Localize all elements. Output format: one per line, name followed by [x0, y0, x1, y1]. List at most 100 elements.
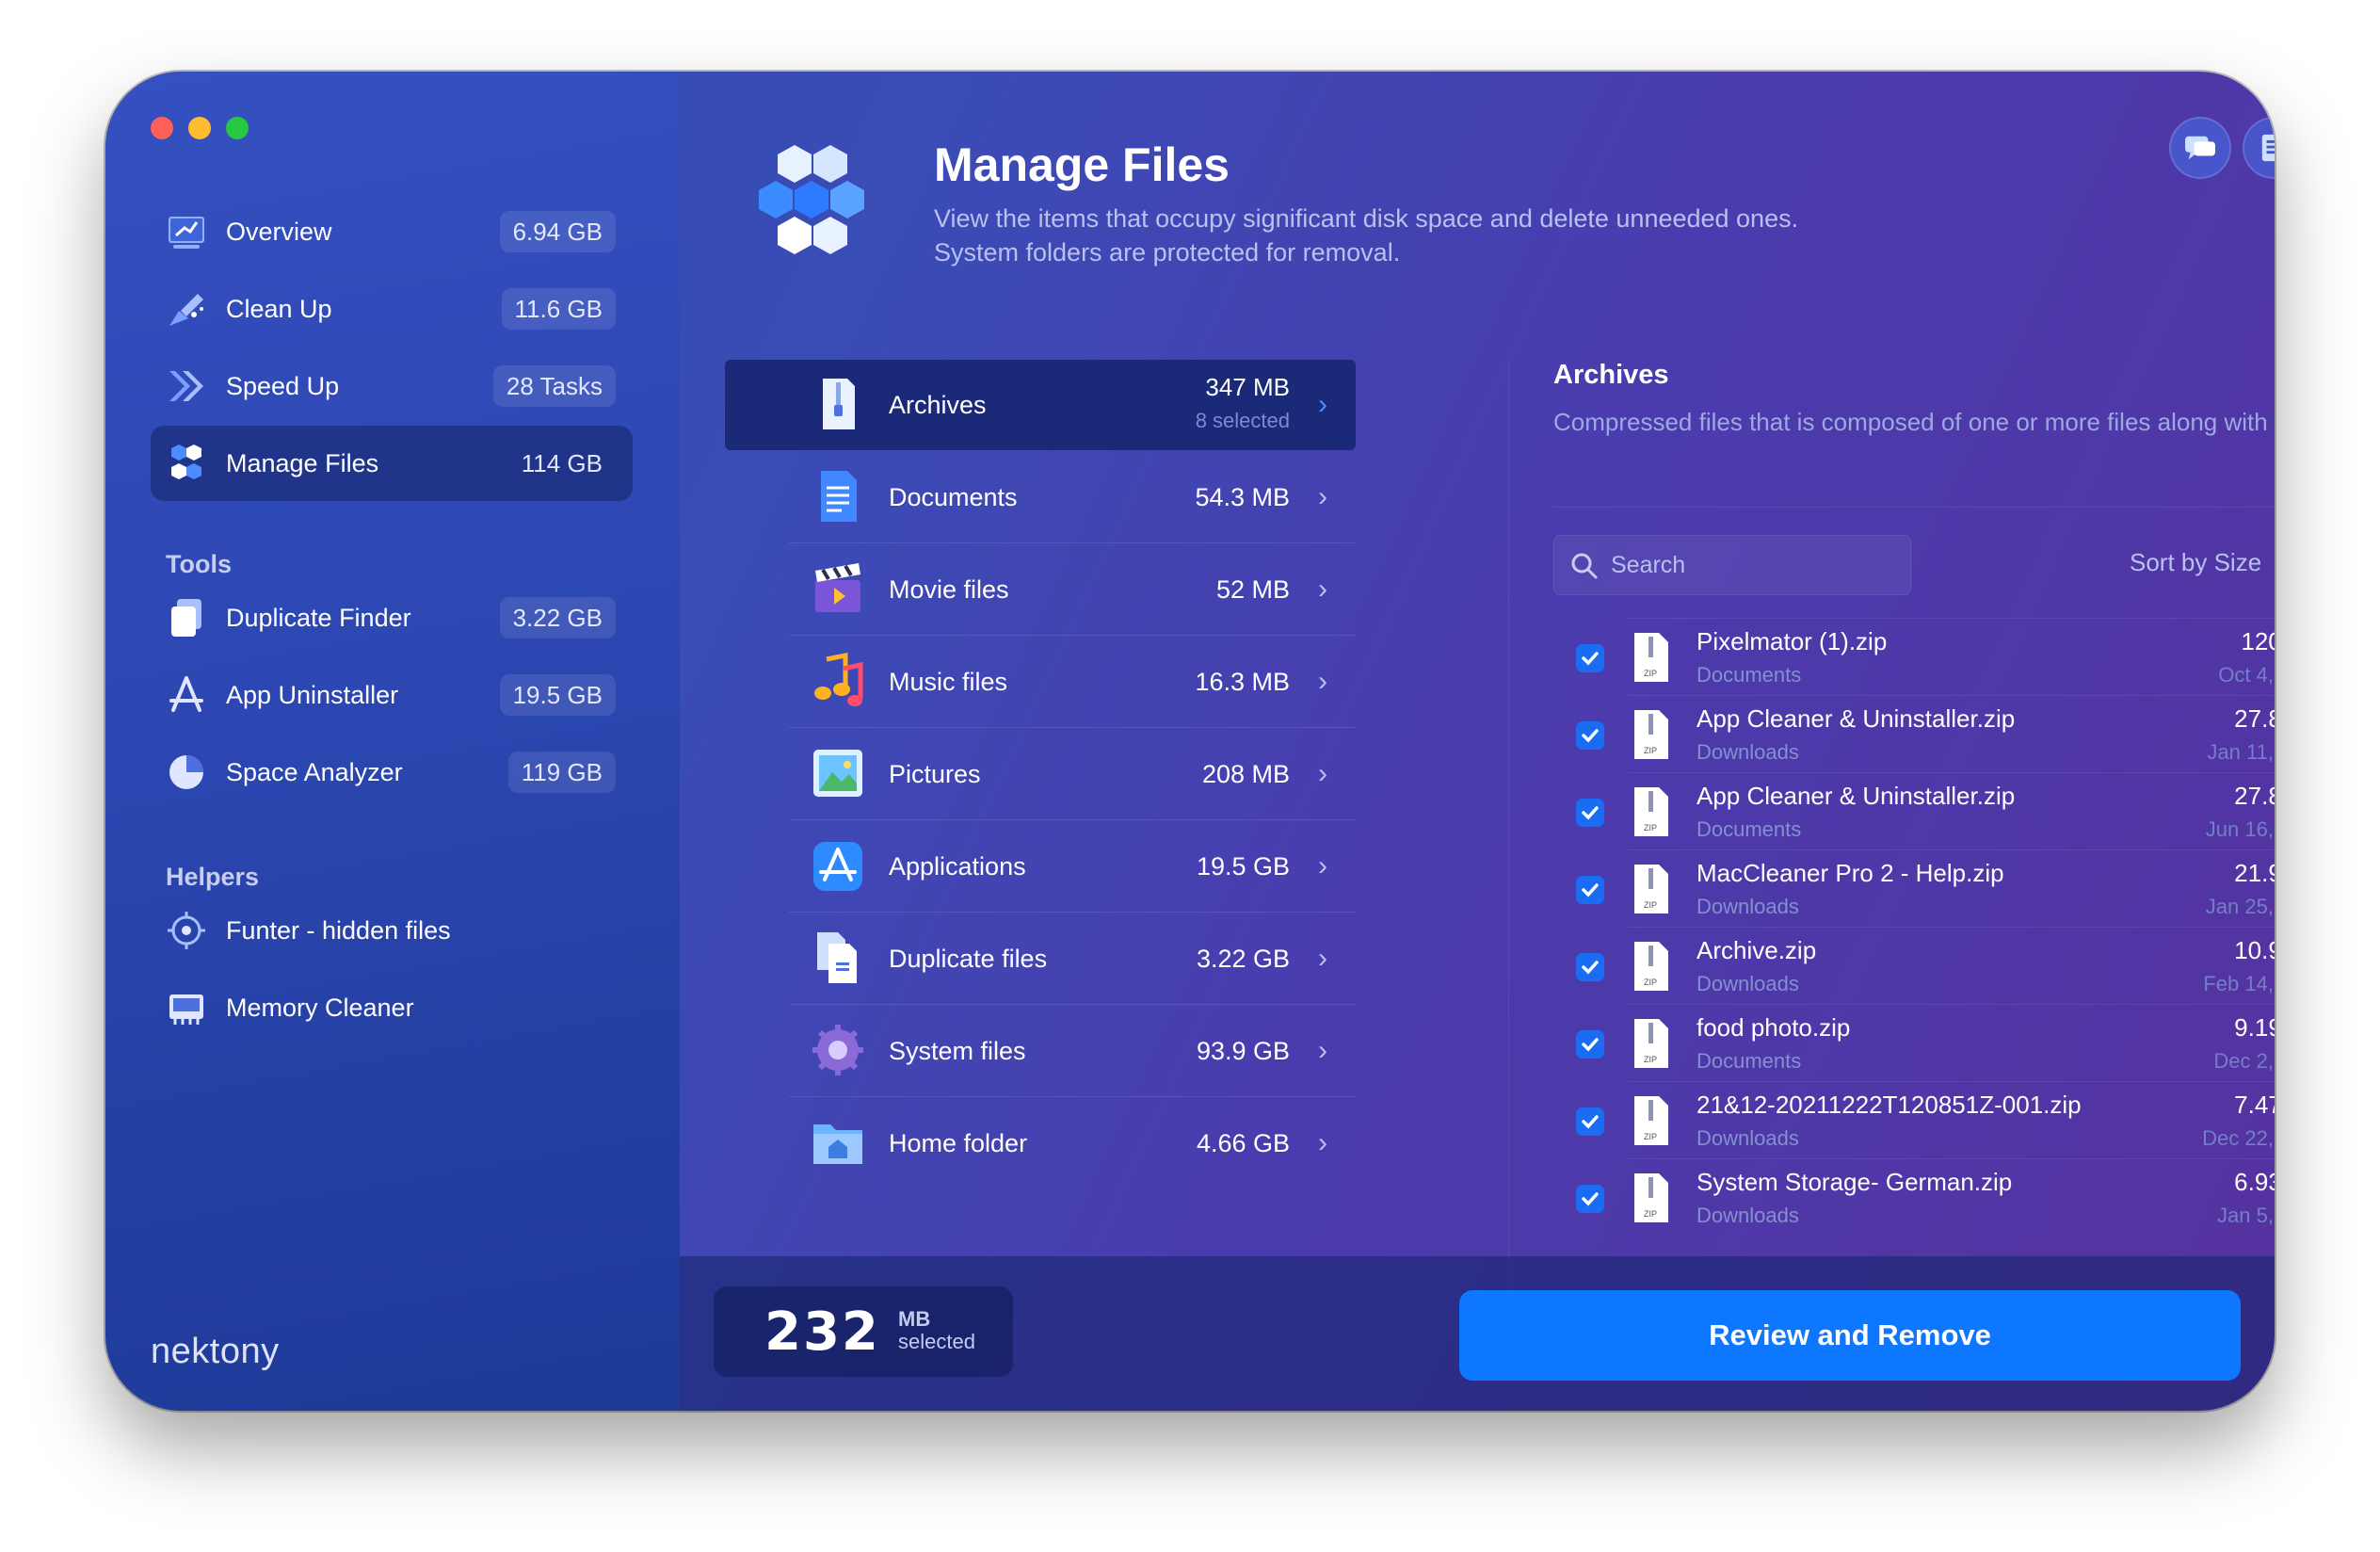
close-window-button[interactable]: [151, 117, 173, 139]
file-row[interactable]: ZIP App Cleaner & Uninstaller.zip Downlo…: [1553, 695, 2275, 772]
file-name: MacCleaner Pro 2 - Help.zip: [1697, 859, 2004, 887]
file-checkbox[interactable]: [1576, 876, 1604, 904]
file-size: 6.93 MB: [2234, 1168, 2275, 1196]
category-item-system-files[interactable]: System files 93.9 GB ›: [725, 1006, 1356, 1097]
file-checkbox[interactable]: [1576, 721, 1604, 750]
divider: [1629, 618, 2275, 619]
window-controls: [151, 117, 249, 139]
sidebar-item-label: Funter - hidden files: [226, 915, 451, 945]
file-checkbox[interactable]: [1576, 1030, 1604, 1059]
category-item-documents[interactable]: Documents 54.3 MB ›: [725, 452, 1356, 543]
file-row[interactable]: ZIP Archive.zip Downloads 10.9 MB Feb 14…: [1553, 927, 2275, 1004]
minimize-window-button[interactable]: [188, 117, 211, 139]
home-folder-icon: [813, 1124, 862, 1164]
file-name: Pixelmator (1).zip: [1697, 627, 1888, 655]
search-icon: [1571, 553, 1598, 579]
overview-icon: [169, 217, 204, 249]
file-size: 7.47 MB: [2234, 1091, 2275, 1119]
chevron-right-icon: ›: [1318, 666, 1327, 697]
helpers-section-label: Helpers: [166, 863, 260, 891]
chevron-right-icon: ›: [1318, 1035, 1327, 1066]
category-item-movie-files[interactable]: Movie files 52 MB ›: [725, 544, 1356, 636]
file-checkbox[interactable]: [1576, 1107, 1604, 1136]
file-size: 120 MB: [2241, 627, 2275, 655]
divider: [789, 542, 1356, 543]
file-size: 10.9 MB: [2234, 936, 2275, 964]
file-location: Downloads: [1697, 740, 1799, 764]
search-placeholder: Search: [1611, 552, 1686, 578]
sidebar-item-overview[interactable]: Overview 6.94 GB: [151, 194, 633, 269]
page-description-line: System folders are protected for removal…: [934, 238, 1401, 267]
sidebar-item-label: Manage Files: [226, 448, 379, 477]
sidebar-item-badge: 28 Tasks: [492, 365, 616, 407]
file-checkbox[interactable]: [1576, 799, 1604, 827]
picture-icon: [813, 750, 862, 797]
page-title: Manage Files: [934, 138, 1230, 191]
svg-text:ZIP: ZIP: [1644, 900, 1657, 910]
sidebar-item-label: Space Analyzer: [226, 757, 403, 786]
speed-up-icon: [169, 371, 203, 401]
document-icon: [821, 471, 857, 522]
manage-files-hero-icon: [759, 145, 864, 254]
sidebar-item-memory-cleaner[interactable]: Memory Cleaner: [151, 970, 633, 1045]
category-item-music-files[interactable]: Music files 16.3 MB ›: [725, 637, 1356, 728]
review-and-remove-button[interactable]: Review and Remove: [1459, 1290, 2241, 1381]
divider: [1629, 772, 2275, 773]
category-item-duplicate-files[interactable]: Duplicate files 3.22 GB ›: [725, 913, 1356, 1005]
funter-icon: [168, 912, 205, 949]
category-item-applications[interactable]: Applications 19.5 GB ›: [725, 821, 1356, 913]
category-label: Movie files: [889, 574, 1009, 604]
file-location: Downloads: [1697, 1126, 1799, 1150]
applications-icon: [813, 842, 862, 891]
category-item-home-folder[interactable]: Home folder 4.66 GB ›: [725, 1098, 1356, 1188]
sidebar-item-app-uninstaller[interactable]: App Uninstaller 19.5 GB: [151, 657, 633, 733]
file-name: App Cleaner & Uninstaller.zip: [1697, 704, 2016, 733]
sidebar-item-clean-up[interactable]: Clean Up 11.6 GB: [151, 271, 633, 347]
file-row[interactable]: ZIP App Cleaner & Uninstaller.zip Docume…: [1553, 772, 2275, 849]
file-location: Downloads: [1697, 895, 1799, 918]
sidebar-item-manage-files[interactable]: Manage Files 114 GB: [151, 426, 633, 501]
file-row[interactable]: ZIP System Storage- German.zip Downloads…: [1553, 1158, 2275, 1236]
zip-file-icon: ZIP: [1634, 1173, 1668, 1222]
zoom-window-button[interactable]: [226, 117, 249, 139]
sidebar-item-label: Clean Up: [226, 294, 332, 323]
category-size: 16.3 MB: [1195, 667, 1290, 696]
file-row[interactable]: ZIP food photo.zip Documents 9.19 MB Dec…: [1553, 1004, 2275, 1081]
file-name: System Storage- German.zip: [1697, 1168, 2013, 1196]
sidebar-item-funter[interactable]: Funter - hidden files: [151, 893, 633, 968]
chevron-right-icon: ›: [1318, 850, 1327, 881]
file-row[interactable]: ZIP 21&12-20211222T120851Z-001.zip Downl…: [1553, 1081, 2275, 1158]
page-description: View the items that occupy significant d…: [934, 202, 1970, 269]
sidebar-item-duplicate-finder[interactable]: Duplicate Finder 3.22 GB: [151, 580, 633, 655]
news-button[interactable]: [2243, 117, 2275, 179]
file-checkbox[interactable]: [1576, 953, 1604, 981]
category-size: 54.3 MB: [1195, 482, 1290, 511]
category-size: 347 MB: [1205, 373, 1290, 401]
category-label: Duplicate files: [889, 944, 1048, 973]
divider: [789, 912, 1356, 913]
file-checkbox[interactable]: [1576, 644, 1604, 672]
total-selected-label: selected: [898, 1330, 975, 1353]
sort-dropdown[interactable]: Sort by Size: [2130, 548, 2261, 577]
file-name: 21&12-20211222T120851Z-001.zip: [1697, 1091, 2082, 1119]
file-date: Jan 11, 2022: [2207, 740, 2275, 764]
chat-support-button[interactable]: [2169, 117, 2231, 179]
category-item-pictures[interactable]: Pictures 208 MB ›: [725, 729, 1356, 820]
file-row[interactable]: ZIP MacCleaner Pro 2 - Help.zip Download…: [1553, 849, 2275, 927]
divider: [1508, 360, 1509, 1330]
movie-icon: [815, 563, 860, 612]
sidebar-item-speed-up[interactable]: Speed Up 28 Tasks: [151, 348, 633, 424]
space-analyzer-icon: [169, 755, 203, 789]
search-input[interactable]: Search: [1553, 535, 1911, 595]
duplicate-finder-icon: [171, 599, 201, 637]
file-location: Documents: [1697, 817, 1802, 841]
svg-text:ZIP: ZIP: [1644, 1055, 1657, 1064]
brand-logo: nektony: [151, 1332, 280, 1371]
file-row[interactable]: ZIP Pixelmator (1).zip Documents 120 MB …: [1553, 618, 2275, 695]
category-item-archives[interactable]: Archives 347 MB 8 selected ›: [725, 360, 1356, 450]
page-description-line: View the items that occupy significant d…: [934, 204, 1799, 233]
file-checkbox[interactable]: [1576, 1185, 1604, 1213]
sidebar-item-space-analyzer[interactable]: Space Analyzer 119 GB: [151, 735, 633, 810]
category-label: Documents: [889, 482, 1018, 511]
chat-icon: [2185, 136, 2215, 160]
